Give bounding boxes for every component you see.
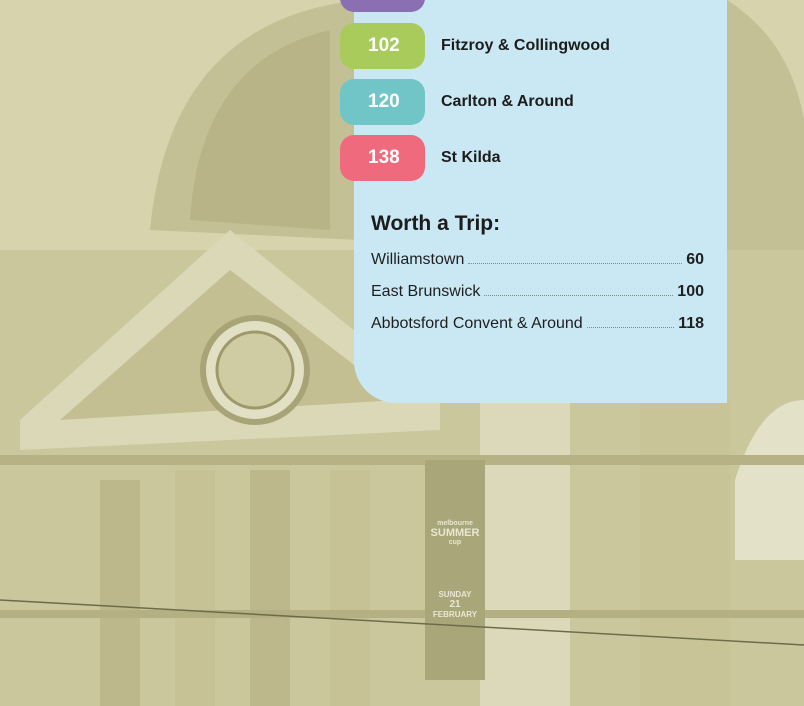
dot-leader	[586, 314, 675, 328]
toc-item-page: 118	[678, 315, 704, 332]
toc-item-abbotsford[interactable]: Abbotsford Convent & Around 118	[371, 314, 704, 336]
banner-cup: cup	[448, 539, 462, 546]
section-tab-partial	[340, 0, 425, 12]
toc-item-page: 100	[677, 283, 704, 300]
banner-day: SUNDAY	[438, 590, 472, 599]
banner-event: SUMMER	[430, 527, 480, 539]
banner-date: 21	[449, 599, 461, 610]
dot-leader	[468, 250, 683, 264]
banner-month: FEBRUARY	[432, 610, 478, 619]
toc-item-title: East Brunswick	[371, 283, 481, 300]
section-title-stkilda[interactable]: St Kilda	[441, 149, 501, 167]
toc-item-page: 60	[686, 251, 704, 268]
section-tab-fitzroy[interactable]: 102	[340, 23, 425, 69]
toc-item-title: Abbotsford Convent & Around	[371, 315, 583, 332]
banner-text: melbourne SUMMER cup SUNDAY 21 FEBRUARY	[430, 520, 480, 619]
section-title-fitzroy[interactable]: Fitzroy & Collingwood	[441, 37, 610, 55]
dot-leader	[484, 282, 674, 296]
toc-item-title: Williamstown	[371, 251, 465, 268]
section-tab-carlton[interactable]: 120	[340, 79, 425, 125]
toc-item-williamstown[interactable]: Williamstown 60	[371, 250, 704, 272]
section-page-number: 138	[368, 147, 400, 168]
banner-brand: melbourne	[437, 520, 473, 527]
section-page-number: 120	[368, 91, 400, 112]
toc-item-east-brunswick[interactable]: East Brunswick 100	[371, 282, 704, 304]
worth-a-trip-heading: Worth a Trip:	[371, 212, 501, 235]
section-tab-stkilda[interactable]: 138	[340, 135, 425, 181]
section-page-number: 102	[368, 35, 400, 56]
section-title-carlton[interactable]: Carlton & Around	[441, 93, 574, 111]
